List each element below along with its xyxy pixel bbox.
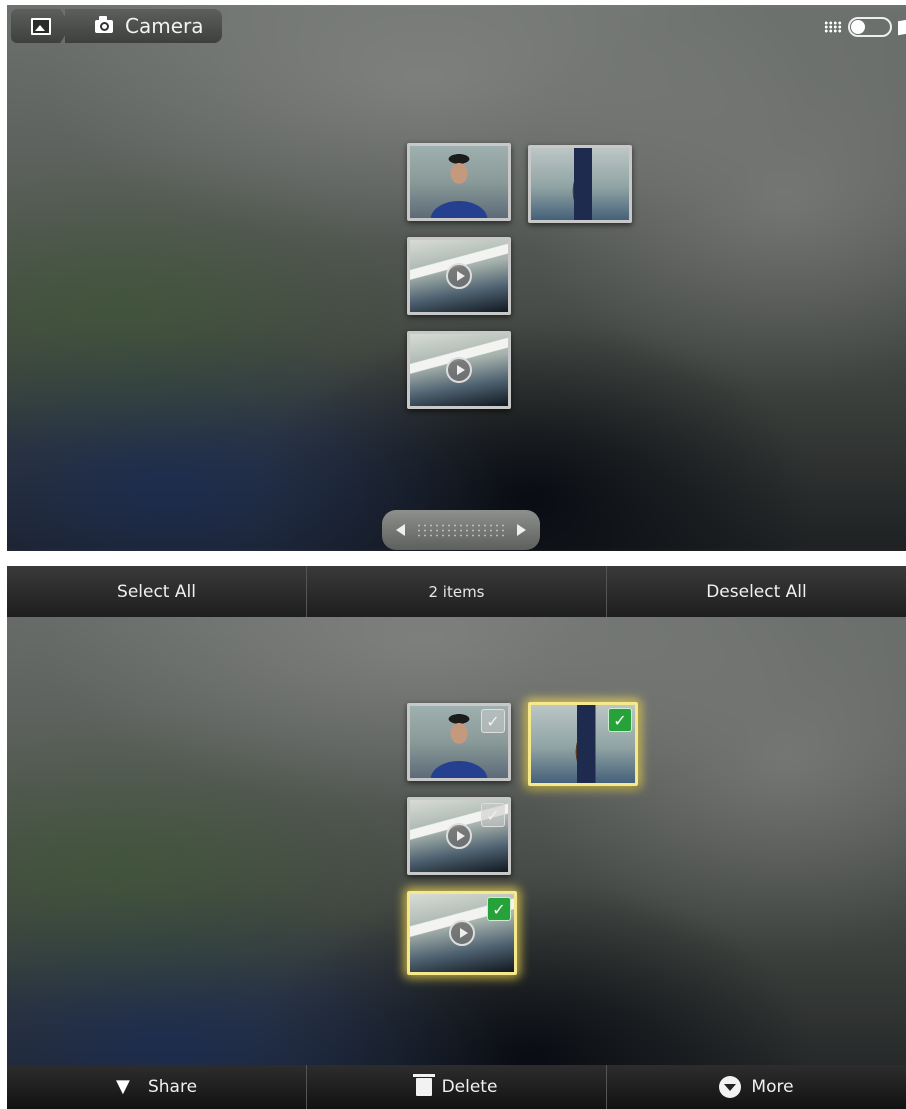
gallery-icon — [31, 17, 51, 35]
selection-count-label: 2 items — [428, 582, 485, 601]
checkmark-icon[interactable]: ✓ — [487, 897, 511, 921]
view-switch[interactable] — [848, 17, 892, 37]
deselect-all-label: Deselect All — [706, 581, 807, 602]
breadcrumb-album-camera[interactable]: Camera — [65, 9, 222, 43]
more-label: More — [751, 1077, 794, 1097]
play-icon — [449, 920, 475, 946]
selection-mode-screen: Select All 2 items Deselect All ✓ ✓ ✓ ✓ … — [7, 566, 906, 1109]
view-mode-toggle[interactable] — [824, 17, 906, 37]
more-button[interactable]: More — [607, 1065, 906, 1109]
checkmark-icon[interactable]: ✓ — [608, 708, 632, 732]
play-icon — [446, 823, 472, 849]
deselect-all-button[interactable]: Deselect All — [607, 566, 906, 617]
unchecked-icon[interactable]: ✓ — [481, 803, 505, 827]
thumbnail-photo[interactable] — [528, 145, 632, 223]
unchecked-icon[interactable]: ✓ — [481, 709, 505, 733]
thumbnail-video[interactable]: ✓ — [407, 797, 511, 875]
share-label: Share — [147, 1077, 198, 1097]
camera-icon — [95, 15, 113, 33]
grid-icon — [824, 21, 842, 33]
delete-label: Delete — [441, 1077, 498, 1097]
switch-knob — [851, 20, 865, 34]
arrow-left-icon[interactable] — [396, 524, 405, 536]
select-all-label: Select All — [117, 581, 196, 602]
chevron-down-icon — [719, 1076, 742, 1098]
thumbnail-video[interactable] — [407, 331, 511, 409]
action-bar: Share Delete More — [7, 1065, 906, 1109]
scroller-track[interactable] — [416, 523, 506, 537]
delete-button[interactable]: Delete — [307, 1065, 607, 1109]
selection-count: 2 items — [307, 566, 607, 617]
stack-icon — [898, 18, 906, 36]
thumbnail-video-selected[interactable]: ✓ — [407, 891, 517, 975]
thumbnail-photo[interactable]: ✓ — [407, 703, 511, 781]
trash-icon — [412, 1074, 435, 1096]
selection-bar: Select All 2 items Deselect All — [7, 566, 906, 617]
play-icon — [446, 357, 472, 383]
breadcrumb-gallery-home[interactable] — [11, 9, 71, 43]
play-icon — [446, 263, 472, 289]
share-button[interactable]: Share — [7, 1065, 307, 1109]
thumbnail-photo[interactable] — [407, 143, 511, 221]
film-strip-scroller[interactable] — [382, 510, 540, 550]
arrow-right-icon[interactable] — [517, 524, 526, 536]
thumbnail-video[interactable] — [407, 237, 511, 315]
select-all-button[interactable]: Select All — [7, 566, 307, 617]
album-view-screen: Camera — [7, 5, 906, 551]
share-icon — [116, 1076, 138, 1097]
breadcrumb: Camera — [11, 9, 222, 43]
thumbnail-photo-selected[interactable]: ✓ — [528, 702, 638, 786]
album-title: Camera — [125, 14, 204, 38]
